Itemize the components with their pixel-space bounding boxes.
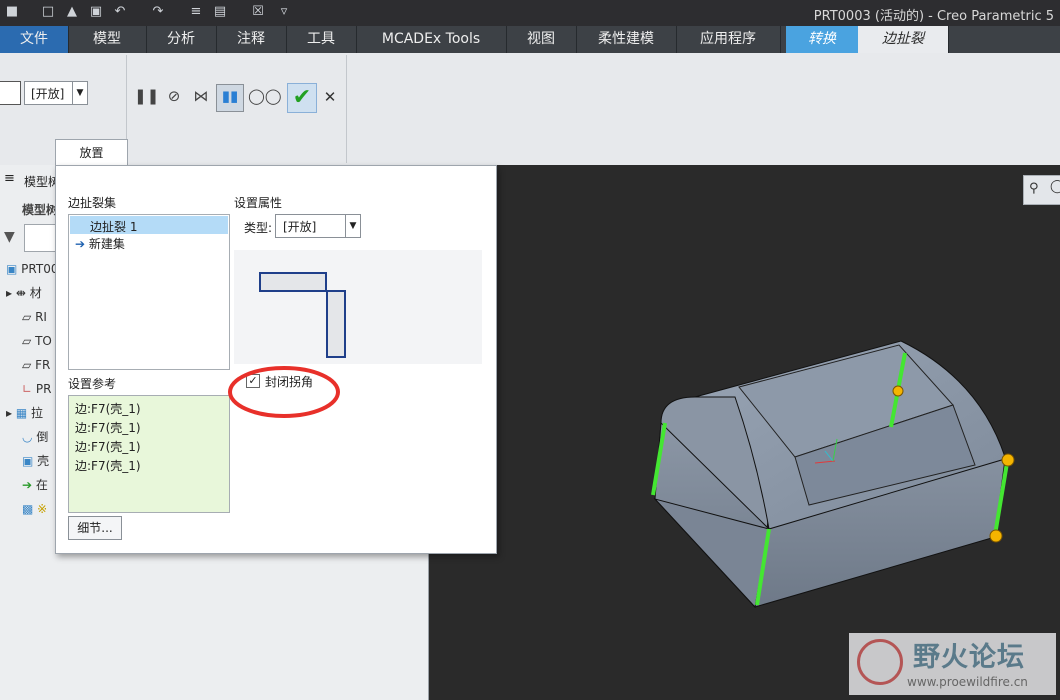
tree-item-round[interactable]: ◡ 倒: [22, 427, 48, 447]
placement-panel: 边扯裂集 边扯裂 1 ➔ 新建集 设置属性 类型: [开放] ▼ ✓ 封闭拐角 …: [55, 165, 497, 554]
tree-item-part[interactable]: ▣ PRT00: [6, 259, 58, 279]
windows-icon[interactable]: ▤: [212, 4, 228, 20]
arrow-right-icon: ➔: [22, 478, 33, 492]
model-tree-subheader: 模型树: [22, 203, 59, 217]
edge-rip-icon: ▩: [22, 502, 34, 516]
tree-item-insert-here[interactable]: ➔ 在: [22, 475, 48, 495]
ribbon-panel: [开放] ▼ ❚❚ ⊘ ⋈ ▮▮ ◯◯ ✔ ✕ 放置: [0, 53, 1060, 166]
chevron-down-icon: ▼: [72, 82, 87, 104]
ribbon-tabs: 文件 模型 分析 注释 工具 MCADEx Tools 视图 柔性建模 应用程序…: [0, 26, 1060, 53]
set-properties-label: 设置属性: [234, 196, 283, 210]
preview-flange-vertical: [326, 290, 346, 358]
tree-item-edge-rip[interactable]: ▩ ※: [22, 499, 47, 519]
set-references-label: 设置参考: [68, 377, 117, 391]
list-item-new-set[interactable]: ➔ 新建集: [75, 235, 225, 253]
material-icon: ⇼: [15, 286, 26, 300]
watermark-site-name: 野火论坛: [913, 642, 1025, 673]
pause-icon[interactable]: ❚❚: [134, 85, 159, 107]
tab-applications[interactable]: 应用程序: [676, 26, 781, 53]
chevron-down-icon: ▼: [345, 215, 360, 237]
save-icon[interactable]: ▣: [88, 4, 104, 20]
shell-icon: ▣: [22, 454, 34, 468]
drag-handle[interactable]: [989, 529, 1003, 543]
graphics-viewport[interactable]: ⚲ ◯: [429, 165, 1060, 700]
tab-annotate[interactable]: 注释: [216, 26, 287, 53]
cancel-x-icon[interactable]: ✕: [319, 86, 341, 108]
preview-mesh-icon[interactable]: ⋈: [190, 85, 212, 107]
tree-item-material[interactable]: ▸ ⇼ 材: [6, 283, 42, 303]
list-item[interactable]: 边:F7(壳_1): [75, 419, 141, 436]
tab-flexible-modeling[interactable]: 柔性建模: [576, 26, 677, 53]
panel-tab-placement[interactable]: 放置: [55, 139, 128, 166]
plane-icon: ▱: [22, 334, 32, 348]
details-button[interactable]: 细节...: [68, 516, 122, 540]
arrow-right-icon: ➔: [75, 237, 86, 251]
customize-toolbar-icon[interactable]: ▿: [276, 4, 292, 20]
ok-checkmark-icon[interactable]: ✔: [287, 83, 317, 113]
watermark-url: www.proewildfire.cn: [907, 675, 1028, 689]
drag-handle[interactable]: [1001, 453, 1015, 467]
tree-item-right-plane[interactable]: ▱ RI: [22, 307, 47, 327]
edge-select-icon[interactable]: [0, 81, 21, 105]
filter-icon[interactable]: ▼: [4, 229, 15, 245]
type-select[interactable]: [开放] ▼: [275, 214, 361, 238]
list-item-rip-set-1[interactable]: 边扯裂 1: [70, 216, 228, 234]
references-list[interactable]: 边:F7(壳_1) 边:F7(壳_1) 边:F7(壳_1) 边:F7(壳_1): [68, 395, 230, 513]
part-model[interactable]: [429, 165, 1060, 700]
regenerate-icon[interactable]: ≡: [188, 4, 204, 20]
round-icon: ◡: [22, 430, 33, 444]
window-title: PRT0003 (活动的) - Creo Parametric 5: [813, 9, 1054, 24]
tab-analysis[interactable]: 分析: [146, 26, 217, 53]
extrude-icon: ▦: [15, 406, 28, 420]
tree-item-csys[interactable]: ∟ PR: [22, 379, 51, 399]
part-icon: ▣: [6, 262, 18, 276]
new-file-icon[interactable]: □: [40, 4, 56, 20]
tree-item-front-plane[interactable]: ▱ FR: [22, 355, 50, 375]
list-item[interactable]: 边:F7(壳_1): [75, 457, 141, 474]
rip-sets-label: 边扯裂集: [68, 196, 117, 210]
undo-icon[interactable]: ↶: [112, 4, 128, 20]
verify-preview-icon[interactable]: ▮▮: [216, 84, 244, 112]
rip-type-select[interactable]: [开放] ▼: [24, 81, 88, 105]
tree-item-top-plane[interactable]: ▱ TO: [22, 331, 52, 351]
tree-item-extrude[interactable]: ▸ ▦ 拉: [6, 403, 43, 423]
preview-flange-horizontal: [259, 272, 327, 292]
tab-file[interactable]: 文件: [0, 26, 69, 53]
tree-item-shell[interactable]: ▣ 壳: [22, 451, 49, 471]
close-window-icon[interactable]: ☒: [250, 4, 266, 20]
glasses-preview-icon[interactable]: ◯◯: [248, 85, 282, 107]
watermark: 野火论坛 www.proewildfire.cn: [849, 633, 1056, 695]
open-folder-icon[interactable]: ▲: [64, 4, 80, 20]
plane-icon: ▱: [22, 358, 32, 372]
rip-type-preview: [234, 250, 482, 364]
drag-handle[interactable]: [892, 385, 904, 397]
tab-mcadex-tools[interactable]: MCADEx Tools: [356, 26, 507, 53]
redo-icon[interactable]: ↷: [150, 4, 166, 20]
model-tree-icon: ≡: [4, 171, 15, 186]
app-icon: ■: [5, 4, 19, 19]
tab-convert[interactable]: 转换: [786, 26, 859, 53]
tab-edge-rip[interactable]: 边扯裂: [858, 26, 949, 53]
csys-icon: ∟: [22, 382, 33, 396]
divider: [346, 55, 347, 163]
tab-view[interactable]: 视图: [506, 26, 577, 53]
title-bar: ■ □ ▲ ▣ ↶ ↷ ≡ ▤ ☒ ▿ PRT0003 (活动的) - Creo…: [0, 0, 1060, 26]
forum-logo-icon: [857, 639, 903, 685]
list-item[interactable]: 边:F7(壳_1): [75, 438, 141, 455]
annotation-circle: [228, 366, 340, 418]
no-preview-icon[interactable]: ⊘: [163, 85, 185, 107]
tab-model[interactable]: 模型: [68, 26, 147, 53]
tab-tools[interactable]: 工具: [286, 26, 357, 53]
plane-icon: ▱: [22, 310, 32, 324]
rip-sets-list: 边扯裂 1 ➔ 新建集: [68, 214, 230, 370]
list-item[interactable]: 边:F7(壳_1): [75, 400, 141, 417]
type-label: 类型:: [244, 221, 273, 235]
